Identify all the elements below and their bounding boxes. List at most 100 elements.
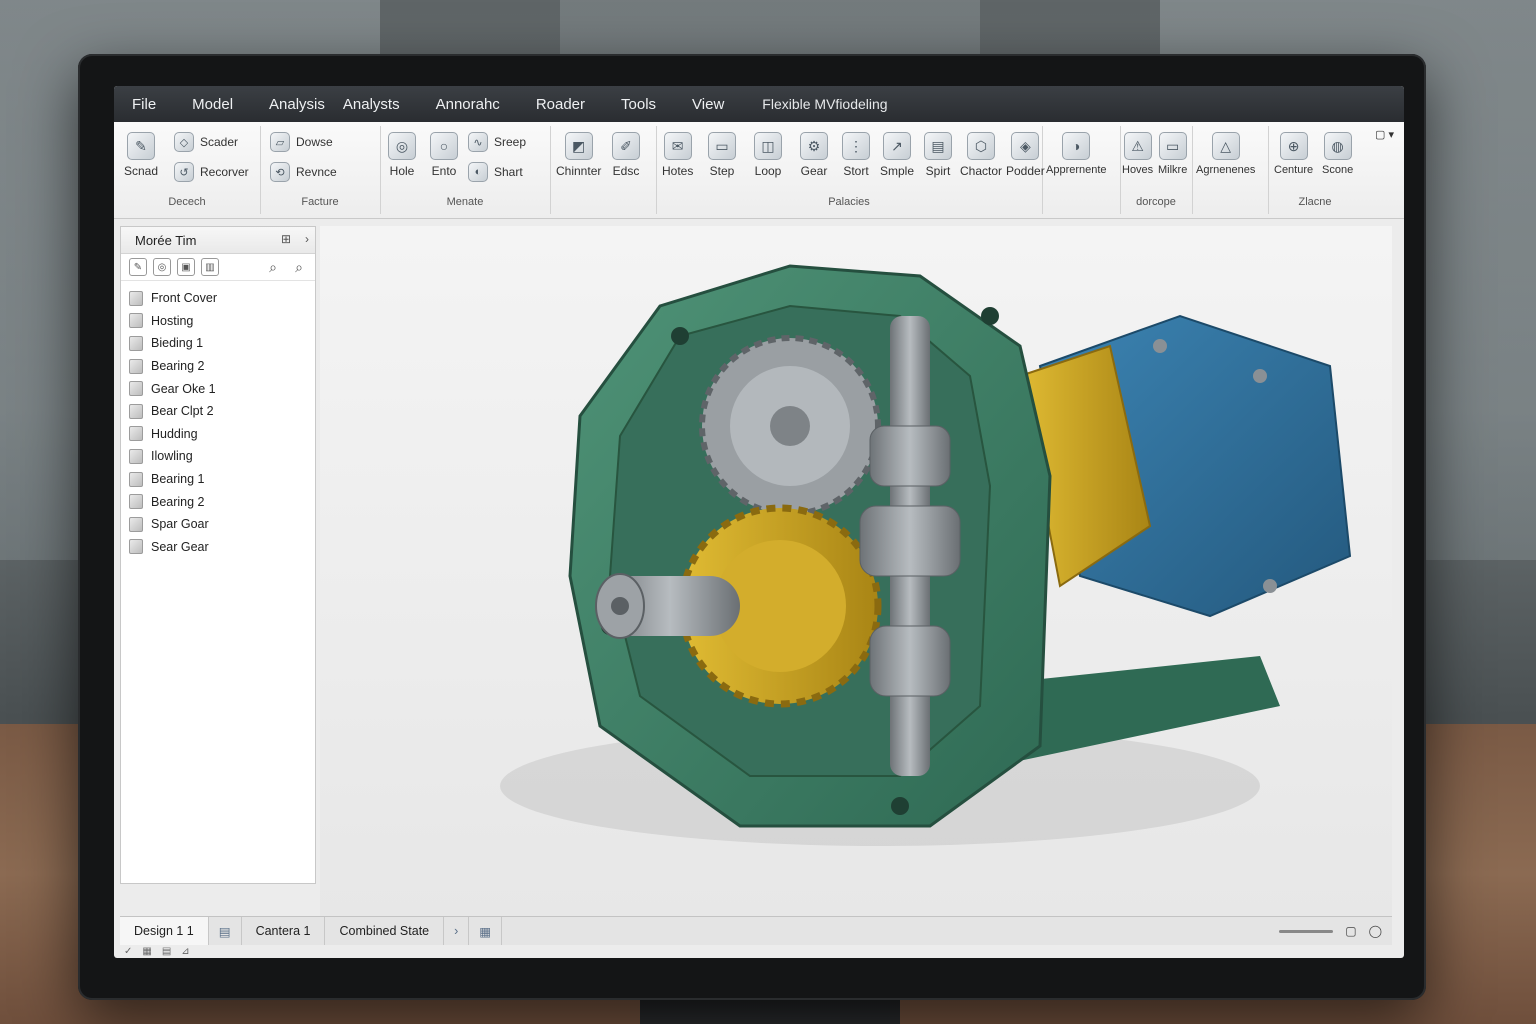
- status-layers-icon[interactable]: ▤: [162, 946, 171, 958]
- tab-design[interactable]: Design 1 1: [120, 917, 209, 945]
- search-options-icon[interactable]: ⌕: [291, 259, 307, 275]
- tool-milkre[interactable]: ▭ Milkre: [1158, 132, 1187, 176]
- gear-icon: ⚙: [800, 132, 828, 160]
- tool-loop[interactable]: ◫ Loop: [754, 132, 782, 178]
- warning-icon: ⚠: [1123, 132, 1152, 160]
- tool-spirt[interactable]: ▤ Spirt: [924, 132, 952, 178]
- mount-hole: [671, 327, 689, 345]
- group-label-dorcope[interactable]: dorcope: [1120, 196, 1192, 208]
- gearbox-model[interactable]: [320, 226, 1392, 916]
- window-controls[interactable]: ▢ ▾: [1375, 128, 1394, 141]
- tool-recorver[interactable]: ↺ Recorver: [174, 162, 249, 182]
- document-tabs: Design 1 1 ▤ Cantera 1 Combined State › …: [120, 916, 1392, 945]
- 3d-viewport[interactable]: [320, 226, 1392, 916]
- tool-shart[interactable]: ◐ Shart: [468, 162, 523, 182]
- tab-camera[interactable]: Cantera 1: [242, 917, 326, 945]
- menu-model[interactable]: Model: [174, 96, 251, 113]
- start-icon: ⋮: [842, 132, 870, 160]
- document-icon[interactable]: ▦: [469, 917, 503, 945]
- menu-tools[interactable]: Tools: [603, 96, 674, 113]
- tool-stort[interactable]: ⋮ Stort: [842, 132, 870, 178]
- group-label-palacies[interactable]: Palacies: [656, 196, 1042, 208]
- tool-scone[interactable]: ◍ Scone: [1322, 132, 1353, 176]
- tool-hole[interactable]: ◎ Hole: [388, 132, 416, 178]
- tab-combined-state[interactable]: Combined State: [325, 917, 445, 945]
- settings-icon[interactable]: ◎: [153, 258, 171, 276]
- tool-revnce[interactable]: ⟲ Revnce: [270, 162, 337, 182]
- appearance-icon: ◑: [1062, 132, 1091, 160]
- viewport-controls: ▢ ◯: [1279, 924, 1392, 938]
- expand-icon[interactable]: ▣: [177, 258, 195, 276]
- search-icon[interactable]: ⌕: [265, 259, 281, 275]
- zoom-slider[interactable]: [1279, 929, 1334, 933]
- chevron-right-icon[interactable]: ›: [444, 917, 470, 945]
- tool-hotes[interactable]: ✉ Hotes: [662, 132, 693, 178]
- tree-item[interactable]: Gear Oke 1: [121, 377, 315, 400]
- settings-circle-icon[interactable]: ◯: [1369, 924, 1382, 938]
- mount-hole: [891, 797, 909, 815]
- tree-item[interactable]: Hudding: [121, 423, 315, 446]
- chevron-right-icon[interactable]: ›: [305, 232, 309, 246]
- menu-file[interactable]: File: [114, 96, 174, 113]
- menu-analysis[interactable]: Analysis: [251, 96, 343, 113]
- split-icon: ▤: [924, 132, 952, 160]
- menu-view[interactable]: View: [674, 96, 742, 113]
- ribbon-group-modify: ◩ Chinnter ✐ Edsc: [550, 126, 657, 214]
- character-icon: ⬡: [967, 132, 996, 160]
- group-label-facture[interactable]: Facture: [260, 196, 380, 208]
- edit-icon: ✐: [612, 132, 640, 160]
- group-label-decech[interactable]: Decech: [114, 196, 260, 208]
- menu-annotate[interactable]: Annorahc: [418, 96, 518, 113]
- tool-agrnenenes[interactable]: △ Agrnenenes: [1196, 132, 1255, 176]
- menu-analysts[interactable]: Analysts: [343, 96, 418, 113]
- bearing-lower: [869, 625, 951, 697]
- tool-gear[interactable]: ⚙ Gear: [800, 132, 828, 178]
- tree-item[interactable]: Bearing 2: [121, 355, 315, 378]
- filter-icon[interactable]: ✎: [129, 258, 147, 276]
- tool-scader[interactable]: ◇ Scader: [174, 132, 238, 152]
- tree-item[interactable]: Spar Goar: [121, 513, 315, 536]
- group-label-zlacne[interactable]: Zlacne: [1268, 196, 1362, 208]
- folder-icon[interactable]: ▤: [209, 917, 242, 945]
- tool-sreep[interactable]: ∿ Sreep: [468, 132, 526, 152]
- tool-edsc[interactable]: ✐ Edsc: [612, 132, 640, 178]
- part-icon: [129, 471, 143, 487]
- collapse-icon[interactable]: ▥: [201, 258, 219, 276]
- status-check-icon[interactable]: ✓: [124, 946, 132, 958]
- tree-item[interactable]: Bearing 2: [121, 490, 315, 513]
- tool-hoves[interactable]: ⚠ Hoves: [1122, 132, 1153, 176]
- tool-chinnter[interactable]: ◩ Chinnter: [556, 132, 601, 178]
- status-angle-icon[interactable]: ⊿: [181, 946, 189, 958]
- mount-hole: [981, 307, 999, 325]
- tool-ento[interactable]: ○ Ento: [430, 132, 458, 178]
- extrude-icon: ▱: [270, 132, 290, 152]
- tool-smple[interactable]: ↗ Smple: [880, 132, 914, 178]
- tree-item[interactable]: Bearing 1: [121, 468, 315, 491]
- status-grid-icon[interactable]: ▦: [142, 946, 151, 958]
- step-icon: ▭: [708, 132, 736, 160]
- part-icon: [129, 426, 143, 442]
- menu-bar: File Model Analysis Analysts Annorahc Ro…: [114, 86, 1404, 122]
- tool-scnad[interactable]: ✎ Scnad: [124, 132, 158, 178]
- tree-item[interactable]: Front Cover: [121, 287, 315, 310]
- tool-dowse[interactable]: ▱ Dowse: [270, 132, 333, 152]
- tree-item[interactable]: Sear Gear: [121, 536, 315, 559]
- tree-item[interactable]: Bieding 1: [121, 332, 315, 355]
- tool-podder[interactable]: ◈ Podder: [1006, 132, 1045, 178]
- tree-item[interactable]: Bear Clpt 2: [121, 400, 315, 423]
- revolve-icon: ⟲: [270, 162, 290, 182]
- group-label-menate[interactable]: Menate: [380, 196, 550, 208]
- measure-icon: ▭: [1158, 132, 1187, 160]
- recover-icon: ↺: [174, 162, 194, 182]
- tool-centure[interactable]: ⊕ Centure: [1274, 132, 1313, 176]
- model-tree-panel: Morée Tim ⊞ › ✎ ◎ ▣ ▥ ⌕ ⌕ Front Cover Ho…: [120, 226, 316, 884]
- tool-chactor[interactable]: ⬡ Chactor: [960, 132, 1002, 178]
- menu-render[interactable]: Roader: [518, 96, 603, 113]
- tree-item[interactable]: Ilowling: [121, 445, 315, 468]
- tree-item[interactable]: Hosting: [121, 310, 315, 333]
- tool-step[interactable]: ▭ Step: [708, 132, 736, 178]
- output-shaft-bore: [611, 597, 629, 615]
- tool-apprernente[interactable]: ◑ Apprernente: [1046, 132, 1107, 176]
- restore-icon[interactable]: ▢: [1345, 924, 1356, 938]
- pin-icon[interactable]: ⊞: [281, 232, 291, 246]
